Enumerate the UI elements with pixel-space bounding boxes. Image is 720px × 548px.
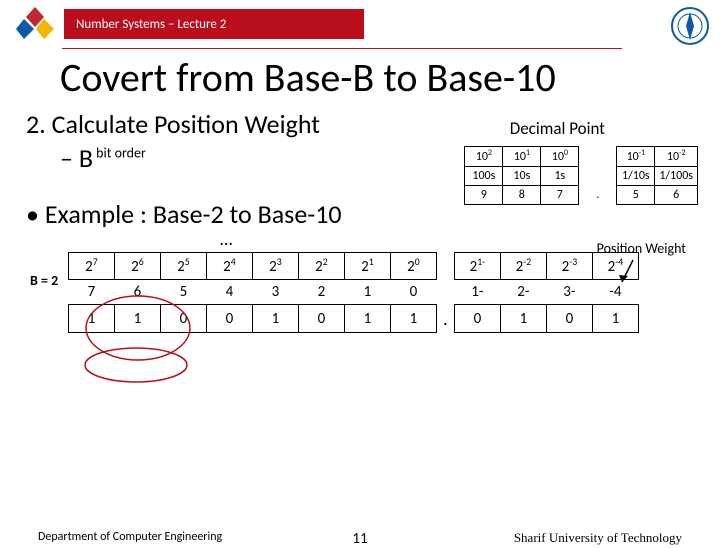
footer-dept: Department of Computer Engineering	[38, 530, 222, 544]
highlight-oval-2	[82, 345, 190, 385]
breadcrumb-text: Number Systems – Lecture 2	[76, 17, 226, 32]
step-text: Calculate Position Weight	[52, 108, 320, 140]
logo-right	[670, 6, 710, 46]
footer-page: 11	[352, 530, 367, 548]
arrow-down-icon	[618, 258, 648, 288]
position-weight-label: Position Weight	[597, 240, 686, 257]
breadcrumb-bar: Number Systems – Lecture 2	[64, 9, 364, 39]
step-number: 2.	[26, 108, 46, 140]
step-heading: 2. Calculate Position Weight	[26, 108, 720, 140]
base-label: B = 2	[30, 272, 58, 289]
logo-left	[10, 4, 60, 44]
page-title: Covert from Base-B to Base-10	[60, 53, 720, 102]
weight-table-base10: 102 101 100 10-1 10-2 100s 10s 1s 1/10s …	[464, 146, 698, 205]
decimal-point-label: Decimal Point	[510, 118, 605, 139]
footer-univ: Sharif University of Technology	[514, 530, 682, 546]
